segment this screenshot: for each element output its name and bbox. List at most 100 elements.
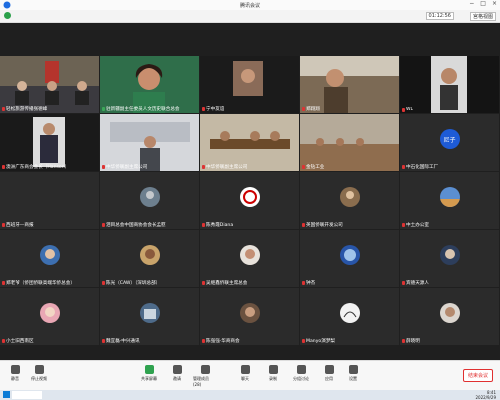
apps-button[interactable]: 应用 bbox=[317, 365, 341, 382]
participant-tile[interactable]: 金钻工业 bbox=[300, 114, 399, 171]
participant-tile[interactable]: 陈秀霞Diana bbox=[200, 172, 299, 229]
end-meeting-button[interactable]: 结束会议 bbox=[462, 369, 493, 382]
taskbar-search[interactable] bbox=[12, 391, 42, 399]
participant-avatar bbox=[339, 303, 360, 324]
participant-name: 泪目总会中国商协会会长孟慰 bbox=[102, 222, 166, 228]
members-icon bbox=[200, 365, 210, 374]
mic-muted-icon bbox=[402, 281, 405, 285]
mic-muted-icon bbox=[202, 223, 205, 227]
participant-avatar bbox=[139, 303, 160, 324]
apps-icon bbox=[324, 365, 334, 374]
participant-tile[interactable]: 中土办公室 bbox=[400, 172, 499, 229]
mic-muted-icon bbox=[302, 223, 305, 227]
breakout-rooms-button[interactable]: 分组讨论 bbox=[289, 365, 313, 382]
participant-tile[interactable]: 驻新疆副主任委员人文历史联合总会 bbox=[100, 56, 199, 113]
mic-muted-icon bbox=[102, 281, 105, 285]
participant-name: 中华侨联副主席公司 bbox=[102, 164, 147, 170]
mic-muted-icon bbox=[402, 107, 405, 112]
settings-button[interactable]: 设置 bbox=[341, 365, 365, 382]
participant-name: 郑老爷（侨团侨联高端华侨总会） bbox=[2, 280, 75, 286]
record-button[interactable]: 录制 bbox=[261, 365, 285, 382]
participant-tile[interactable]: 西班牙—商报 bbox=[0, 172, 99, 229]
window-title-bar: 腾讯会议 − □ × bbox=[0, 0, 500, 10]
participant-avatar bbox=[239, 187, 260, 208]
participant-tile[interactable]: 轻松旅游传播张德峰 bbox=[0, 56, 99, 113]
participant-avatar bbox=[439, 187, 460, 208]
participant-tile[interactable]: 陈强强·华商商会 bbox=[200, 288, 299, 345]
share-screen-button[interactable]: 共享屏幕 bbox=[137, 365, 161, 382]
mic-muted-icon bbox=[102, 223, 105, 227]
participant-avatar bbox=[39, 303, 60, 324]
participant-tile[interactable]: 郑老爷（侨团侨联高端华侨总会） bbox=[0, 230, 99, 287]
participant-tile[interactable]: 陈光（CAW）（深圳总部） bbox=[100, 230, 199, 287]
participant-tile[interactable]: 中华侨联副主席公司 bbox=[200, 114, 299, 171]
manage-members-button[interactable]: 管理成员(28) bbox=[193, 365, 217, 387]
participant-name: 澳洲广东商会会长（Hanson） bbox=[2, 164, 69, 170]
video-feed bbox=[100, 114, 199, 171]
participant-tile[interactable]: 小士旧西南区 bbox=[0, 288, 99, 345]
participant-tile[interactable]: 英国侨联开发公司 bbox=[300, 172, 399, 229]
microphone-icon bbox=[10, 365, 20, 374]
maximize-icon[interactable]: □ bbox=[480, 0, 486, 7]
meeting-info-bar: 01:12:56 宫格视图 bbox=[0, 10, 500, 23]
close-icon[interactable]: × bbox=[492, 0, 497, 7]
stop-video-button[interactable]: 停止视频 bbox=[27, 365, 51, 382]
windows-start-icon[interactable] bbox=[3, 391, 10, 398]
app-logo-icon bbox=[3, 1, 11, 9]
participant-tile[interactable]: 郑翔翔 bbox=[300, 56, 399, 113]
participant-tile[interactable]: 泪目总会中国商协会会长孟慰 bbox=[100, 172, 199, 229]
participant-tile[interactable]: 澳洲广东商会会长（Hanson） bbox=[0, 114, 99, 171]
security-shield-icon[interactable] bbox=[4, 12, 11, 19]
participant-avatar bbox=[139, 187, 160, 208]
participant-tile[interactable]: Manyo演梦梨 bbox=[300, 288, 399, 345]
invite-icon bbox=[172, 365, 182, 374]
view-switch-button[interactable]: 宫格视图 bbox=[469, 12, 496, 21]
participant-name: 轻松旅游传播张德峰 bbox=[2, 106, 47, 112]
participant-name: 西班牙—商报 bbox=[2, 222, 34, 228]
participant-tile[interactable]: 吴继鑫侨联主席总会 bbox=[200, 230, 299, 287]
participant-tile[interactable]: WL bbox=[400, 56, 499, 113]
mute-button[interactable]: 静音 bbox=[3, 365, 27, 382]
participant-tile[interactable]: 魏宜磊·中兴通讯 bbox=[100, 288, 199, 345]
participant-name: 小士旧西南区 bbox=[2, 338, 34, 344]
mic-muted-icon bbox=[302, 107, 305, 111]
participant-name: 驻新疆副主任委员人文历史联合总会 bbox=[102, 106, 180, 112]
participant-avatar bbox=[439, 245, 460, 266]
participant-avatar bbox=[139, 245, 160, 266]
mic-muted-icon bbox=[202, 339, 205, 343]
participant-avatar bbox=[339, 187, 360, 208]
mic-muted-icon bbox=[302, 339, 305, 343]
participant-avatar bbox=[239, 245, 260, 266]
meeting-toolbar: 静音 停止视频 共享屏幕 邀请 管理成员(28) 聊天 录制 分组讨论 应用 设… bbox=[0, 360, 500, 391]
participant-tile[interactable]: 钟杰 bbox=[300, 230, 399, 287]
os-taskbar: 8:41 2022/9/29 bbox=[0, 390, 500, 400]
participant-name: 陈秀霞Diana bbox=[202, 222, 233, 228]
breakout-icon bbox=[296, 365, 306, 374]
participant-tile[interactable]: 薛晓明 bbox=[400, 288, 499, 345]
mic-muted-icon bbox=[2, 165, 5, 169]
participant-name: 宾德天源人 bbox=[402, 280, 429, 286]
record-icon bbox=[268, 365, 278, 374]
camera-icon bbox=[34, 365, 44, 374]
participant-name: 金钻工业 bbox=[302, 164, 324, 170]
participant-name: 吴继鑫侨联主席总会 bbox=[202, 280, 247, 286]
video-feed bbox=[200, 56, 299, 113]
chat-button[interactable]: 聊天 bbox=[233, 365, 257, 382]
participant-tile[interactable]: 尼子 中石化国际工厂 bbox=[400, 114, 499, 171]
mic-muted-icon bbox=[202, 165, 205, 169]
participant-tile[interactable]: 中华侨联副主席公司 bbox=[100, 114, 199, 171]
participant-name: 中石化国际工厂 bbox=[402, 164, 438, 170]
participant-tile[interactable]: 宾德天源人 bbox=[400, 230, 499, 287]
participant-tile[interactable]: 宁中友谊 bbox=[200, 56, 299, 113]
mic-muted-icon bbox=[402, 223, 405, 227]
mic-muted-icon bbox=[102, 339, 105, 343]
participant-grid: 轻松旅游传播张德峰 驻新疆副主任委员人文历史联合总会 宁中友谊 郑翔翔 WL 澳… bbox=[0, 56, 500, 345]
participant-name: 薛晓明 bbox=[402, 338, 420, 344]
participant-avatar bbox=[439, 303, 460, 324]
mic-muted-icon bbox=[402, 339, 405, 343]
video-feed bbox=[200, 114, 299, 171]
invite-button[interactable]: 邀请 bbox=[165, 365, 189, 382]
gear-icon bbox=[348, 365, 358, 374]
minimize-icon[interactable]: − bbox=[469, 0, 474, 7]
window-title: 腾讯会议 bbox=[239, 2, 260, 9]
